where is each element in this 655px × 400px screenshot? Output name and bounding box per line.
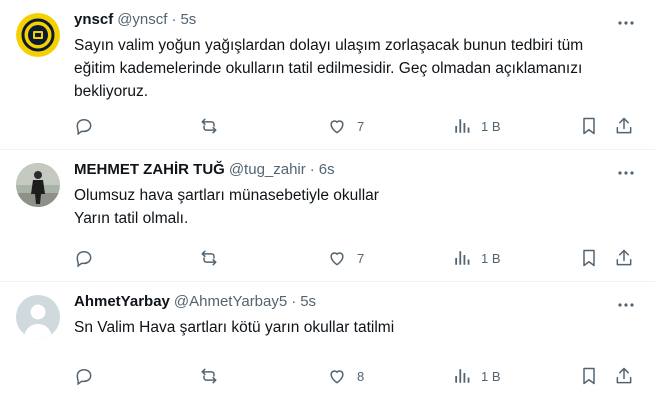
tweet-header: AhmetYarbay @AhmetYarbay5 · 5s [74, 292, 639, 312]
share-button[interactable] [614, 247, 634, 269]
tweet-text-line: eğitim kademelerinde okulların tatil edi… [74, 60, 583, 77]
views-button[interactable]: 1 B [453, 115, 501, 137]
separator: · [171, 11, 177, 28]
like-icon [327, 116, 347, 136]
like-count: 7 [357, 250, 365, 266]
tweet-header: ynscf @ynscf · 5s [74, 10, 639, 30]
avatar[interactable] [16, 163, 60, 207]
bookmark-button[interactable] [579, 115, 599, 137]
views-icon [453, 367, 471, 385]
reply-icon [74, 248, 94, 268]
avatar[interactable] [16, 13, 60, 57]
share-icon [614, 248, 634, 268]
views-count: 1 B [481, 368, 501, 384]
reply-icon [74, 116, 94, 136]
like-count: 7 [357, 118, 365, 134]
tweet[interactable]: MEHMET ZAHİR TUĞ @tug_zahir · 6s Olumsuz… [0, 150, 655, 282]
retweet-icon [199, 116, 219, 136]
like-button[interactable]: 7 [327, 115, 364, 137]
reply-button[interactable] [74, 247, 94, 269]
bookmark-icon [579, 248, 599, 268]
bookmark-button[interactable] [579, 247, 599, 269]
more-icon[interactable] [615, 162, 637, 184]
like-icon [327, 248, 347, 268]
share-button[interactable] [614, 365, 634, 387]
bookmark-icon [579, 366, 599, 386]
like-button[interactable]: 8 [327, 365, 364, 387]
views-icon [453, 117, 471, 135]
bookmark-icon [579, 116, 599, 136]
user-handle[interactable]: @tug_zahir [229, 160, 306, 180]
retweet-icon [199, 366, 219, 386]
retweet-icon [199, 248, 219, 268]
tweet-text: Sn Valim Hava şartları kötü yarın okulla… [74, 316, 639, 339]
avatar[interactable] [16, 295, 60, 339]
tweet-actions: 8 1 B [74, 365, 639, 387]
user-handle[interactable]: @ynscf [117, 10, 167, 30]
user-handle[interactable]: @AhmetYarbay5 [174, 292, 287, 312]
more-icon[interactable] [615, 12, 637, 34]
timestamp[interactable]: 5s [180, 10, 196, 30]
share-icon [614, 366, 634, 386]
views-count: 1 B [481, 250, 501, 266]
retweet-button[interactable] [199, 247, 219, 269]
separator: · [291, 293, 297, 310]
views-count: 1 B [481, 118, 501, 134]
display-name[interactable]: AhmetYarbay [74, 292, 170, 312]
tweet-text-line: Yarın tatil olmalı. [74, 210, 189, 227]
tweet-text-line: bekliyoruz. [74, 83, 149, 100]
display-name[interactable]: MEHMET ZAHİR TUĞ [74, 160, 225, 180]
like-button[interactable]: 7 [327, 247, 364, 269]
timestamp[interactable]: 6s [319, 160, 335, 180]
more-icon[interactable] [615, 294, 637, 316]
tweet-header: MEHMET ZAHİR TUĞ @tug_zahir · 6s [74, 160, 639, 180]
views-button[interactable]: 1 B [453, 365, 501, 387]
timestamp[interactable]: 5s [300, 292, 316, 312]
tweet-actions: 7 1 B [74, 115, 639, 137]
tweet-text: Olumsuz hava şartları münasebetiyle okul… [74, 184, 639, 230]
like-icon [327, 366, 347, 386]
like-count: 8 [357, 368, 365, 384]
reply-button[interactable] [74, 115, 94, 137]
retweet-button[interactable] [199, 365, 219, 387]
separator: · [309, 161, 315, 178]
views-icon [453, 249, 471, 267]
retweet-button[interactable] [199, 115, 219, 137]
reply-icon [74, 366, 94, 386]
views-button[interactable]: 1 B [453, 247, 501, 269]
display-name[interactable]: ynscf [74, 10, 113, 30]
tweet-text-line: Sn Valim Hava şartları kötü yarın okulla… [74, 319, 395, 336]
share-button[interactable] [614, 115, 634, 137]
tweet[interactable]: ynscf @ynscf · 5s Sayın valim yoğun yağı… [0, 0, 655, 150]
reply-button[interactable] [74, 365, 94, 387]
tweet-text-line: Olumsuz hava şartları münasebetiyle okul… [74, 187, 379, 204]
tweet[interactable]: AhmetYarbay @AhmetYarbay5 · 5s Sn Valim … [0, 282, 655, 400]
share-icon [614, 116, 634, 136]
tweet-actions: 7 1 B [74, 247, 639, 269]
tweet-text-line: Sayın valim yoğun yağışlardan dolayı ula… [74, 37, 584, 54]
bookmark-button[interactable] [579, 365, 599, 387]
tweet-text: Sayın valim yoğun yağışlardan dolayı ula… [74, 34, 639, 103]
